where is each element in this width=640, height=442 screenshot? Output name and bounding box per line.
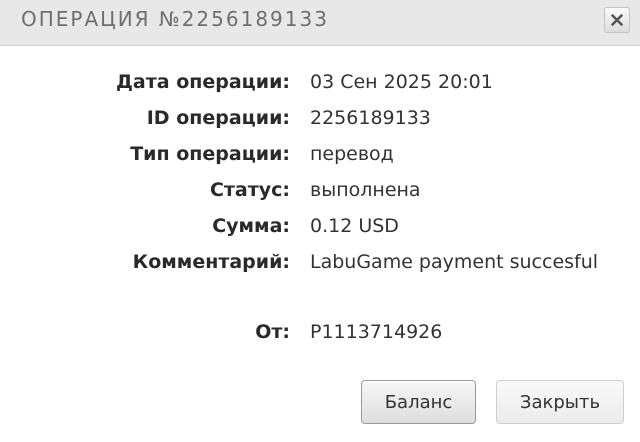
detail-value: 0.12 USD [310,215,399,237]
detail-label: Комментарий: [132,251,290,273]
detail-value: LabuGame payment succesful [310,251,599,273]
detail-value: 2256189133 [310,107,431,129]
detail-value: выполнена [310,179,421,201]
detail-label: ID операции: [146,107,290,129]
detail-value: 03 Сен 2025 20:01 [310,71,493,93]
detail-row-type: Тип операции: перевод [0,138,640,174]
operation-dialog: ОПЕРАЦИЯ №2256189133 Дата операции: 03 С… [0,0,640,442]
dialog-titlebar: ОПЕРАЦИЯ №2256189133 [0,0,640,46]
detail-label: Сумма: [212,215,290,237]
detail-label: Статус: [209,179,290,201]
close-x-icon [611,14,623,26]
detail-row-from: От: P1113714926 [0,316,640,352]
detail-label: Дата операции: [116,71,290,93]
close-dialog-button[interactable] [604,7,630,33]
detail-label: От: [255,321,290,343]
operation-details: Дата операции: 03 Сен 2025 20:01 ID опер… [0,66,640,352]
detail-row-amount: Сумма: 0.12 USD [0,210,640,246]
detail-row-id: ID операции: 2256189133 [0,102,640,138]
dialog-title: ОПЕРАЦИЯ №2256189133 [21,7,329,31]
detail-row-comment: Комментарий: LabuGame payment succesful [0,246,640,282]
detail-row-date: Дата операции: 03 Сен 2025 20:01 [0,66,640,102]
detail-row-status: Статус: выполнена [0,174,640,210]
detail-value: P1113714926 [310,321,443,343]
balance-button[interactable]: Баланс [361,380,476,424]
detail-value: перевод [310,143,394,165]
detail-label: Тип операции: [130,143,290,165]
close-button[interactable]: Закрыть [496,380,624,424]
